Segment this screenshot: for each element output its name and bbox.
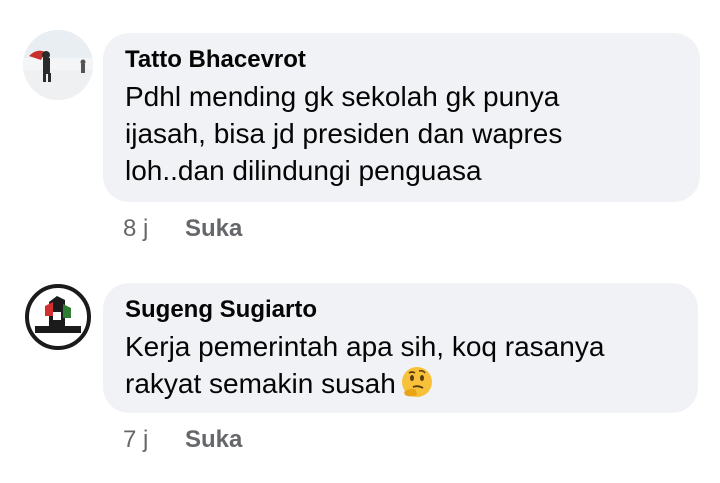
comment-text: Pdhl mending gk sekolah gk punya ijasah,… [125,78,678,189]
like-button[interactable]: Suka [185,426,242,453]
avatar[interactable] [23,282,93,352]
comment-timestamp[interactable]: 8 j [123,215,185,243]
like-button[interactable]: Suka [185,215,242,242]
comment-author[interactable]: Sugeng Sugiarto [125,295,676,325]
comment-text: Kerja pemerintah apa sih, koq rasanya ra… [125,328,676,408]
comment-text-line: rakyat semakin susah [125,365,676,408]
comment-meta: 7 j Suka [123,426,242,454]
comment-timestamp[interactable]: 7 j [123,426,185,454]
comment-text-line: loh..dan dilindungi penguasa [125,155,482,186]
thinking-face-emoji-icon [400,365,434,408]
free-palestine-badge-icon [23,282,93,352]
comment-bubble: Tatto Bhacevrot Pdhl mending gk sekolah … [103,33,700,202]
avatar[interactable] [23,30,93,100]
comment-text-line: Pdhl mending gk sekolah gk punya [125,81,560,112]
beach-photo-icon [23,30,93,100]
comment-text-span: rakyat semakin susah [125,368,396,399]
comment-bubble: Sugeng Sugiarto Kerja pemerintah apa sih… [103,283,698,413]
comment-text-line: Kerja pemerintah apa sih, koq rasanya [125,331,605,362]
comment-text-line: ijasah, bisa jd presiden dan wapres [125,118,563,149]
comment-author[interactable]: Tatto Bhacevrot [125,45,678,75]
comment-meta: 8 j Suka [123,215,242,243]
